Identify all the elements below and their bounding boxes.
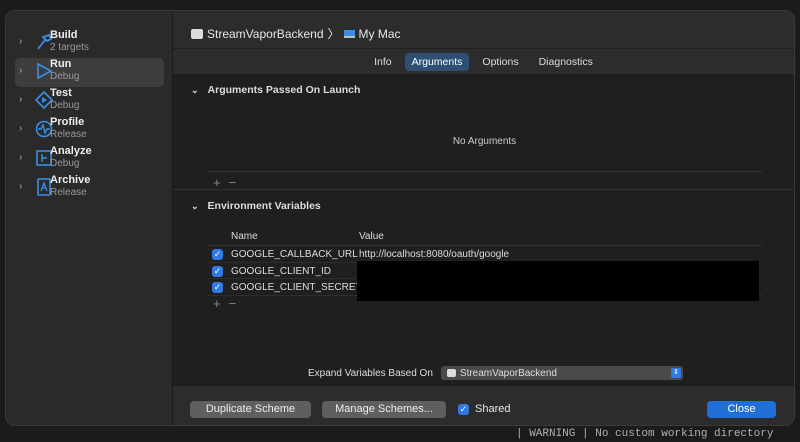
remove-argument-button[interactable]: −: [229, 175, 245, 190]
sidebar-item-label: Profile: [50, 116, 85, 128]
add-argument-button[interactable]: +: [213, 175, 229, 190]
enabled-checkbox[interactable]: ✓: [212, 265, 223, 277]
column-header-value[interactable]: Value: [359, 231, 384, 242]
breadcrumb: StreamVaporBackend 〉 My Mac: [191, 25, 401, 42]
sidebar-item-subtitle: Debug: [50, 71, 80, 82]
sidebar-item-label: Analyze: [50, 145, 92, 157]
laptop-icon: [343, 29, 355, 38]
divider: [173, 189, 794, 190]
sidebar-item-label: Build: [50, 29, 78, 41]
sidebar-item-test[interactable]: › Test Debug: [15, 87, 164, 116]
sidebar-item-analyze[interactable]: › Analyze Debug: [15, 145, 164, 174]
arguments-table: No Arguments: [207, 112, 762, 172]
chevron-right-icon[interactable]: ›: [19, 152, 22, 163]
expand-label: Expand Variables Based On: [308, 367, 433, 379]
chevron-right-icon[interactable]: ›: [19, 36, 22, 47]
expand-variables-popup[interactable]: StreamVaporBackend ⇕: [440, 366, 683, 380]
chevron-up-down-icon: ⇕: [670, 368, 681, 378]
scheme-editor-main: StreamVaporBackend 〉 My Mac Info Argumen…: [173, 11, 794, 425]
manage-schemes-button[interactable]: Manage Schemes...: [322, 401, 446, 418]
sidebar-item-label: Archive: [50, 174, 91, 186]
section-title: Arguments Passed On Launch: [207, 84, 361, 96]
env-add-remove: +−: [213, 296, 244, 311]
sidebar-item-run[interactable]: › Run Debug: [15, 58, 164, 87]
sidebar-item-subtitle: 2 targets: [50, 42, 89, 53]
tab-info[interactable]: Info: [367, 53, 399, 71]
variable-value[interactable]: http://localhost:8080/oauth/google: [359, 249, 509, 260]
variable-name[interactable]: GOOGLE_CLIENT_SECRET: [231, 282, 362, 293]
chevron-right-icon[interactable]: ›: [19, 94, 22, 105]
chevron-down-icon[interactable]: ⌄: [191, 201, 199, 211]
chevron-right-icon[interactable]: ›: [19, 65, 22, 76]
sidebar-item-label: Test: [50, 87, 72, 99]
variable-name[interactable]: GOOGLE_CALLBACK_URL: [231, 249, 358, 260]
duplicate-scheme-button[interactable]: Duplicate Scheme: [190, 401, 311, 418]
sidebar-item-profile[interactable]: › Profile Release: [15, 116, 164, 145]
chevron-right-icon[interactable]: ›: [19, 123, 22, 134]
enabled-checkbox[interactable]: ✓: [212, 282, 223, 293]
destination-name[interactable]: My Mac: [359, 27, 401, 41]
scheme-name[interactable]: StreamVaporBackend: [207, 27, 324, 41]
tab-arguments[interactable]: Arguments: [404, 53, 470, 71]
terminal-icon: [446, 369, 456, 377]
close-button[interactable]: Close: [707, 401, 776, 418]
terminal-icon: [191, 28, 203, 39]
redacted-values: [357, 261, 759, 301]
shared-checkbox[interactable]: ✓: [458, 403, 469, 415]
env-table-header: Name Value: [207, 228, 762, 246]
sidebar-item-subtitle: Release: [50, 129, 87, 140]
remove-variable-button[interactable]: −: [229, 296, 245, 311]
arguments-content: ⌄ Arguments Passed On Launch No Arguments…: [173, 74, 794, 386]
shared-checkbox-row[interactable]: ✓ Shared: [458, 403, 510, 415]
env-section-header[interactable]: ⌄ Environment Variables: [191, 200, 321, 212]
background-console-text: | WARNING | No custom working directory: [516, 428, 774, 440]
tab-bar: Info Arguments Options Diagnostics: [173, 53, 794, 71]
sidebar-item-subtitle: Debug: [50, 100, 80, 111]
tab-diagnostics[interactable]: Diagnostics: [532, 53, 600, 71]
chevron-right-icon[interactable]: ›: [19, 181, 22, 192]
scheme-action-sidebar: › Build 2 targets › Run Debug › Test Deb…: [6, 11, 173, 425]
shared-label: Shared: [475, 403, 511, 415]
sidebar-item-subtitle: Release: [50, 187, 87, 198]
add-variable-button[interactable]: +: [213, 296, 229, 311]
arguments-add-remove: +−: [213, 175, 244, 190]
column-header-name[interactable]: Name: [231, 231, 258, 242]
section-title: Environment Variables: [207, 200, 321, 212]
sidebar-item-archive[interactable]: › Archive Release: [15, 174, 164, 203]
sidebar-item-build[interactable]: › Build 2 targets: [15, 29, 164, 58]
tab-options[interactable]: Options: [475, 53, 525, 71]
empty-message: No Arguments: [452, 136, 517, 147]
breadcrumb-separator: 〉: [327, 27, 340, 41]
enabled-checkbox[interactable]: ✓: [212, 249, 223, 260]
expand-variables-row: Expand Variables Based On StreamVaporBac…: [308, 366, 683, 380]
variable-name[interactable]: GOOGLE_CLIENT_ID: [231, 266, 331, 277]
arguments-section-header[interactable]: ⌄ Arguments Passed On Launch: [191, 84, 360, 96]
popup-value: StreamVaporBackend: [459, 367, 557, 379]
divider: [173, 48, 794, 49]
sidebar-item-label: Run: [50, 58, 72, 70]
sidebar-item-subtitle: Debug: [50, 158, 80, 169]
chevron-down-icon[interactable]: ⌄: [191, 85, 199, 95]
scheme-editor-dialog: › Build 2 targets › Run Debug › Test Deb…: [5, 10, 795, 426]
